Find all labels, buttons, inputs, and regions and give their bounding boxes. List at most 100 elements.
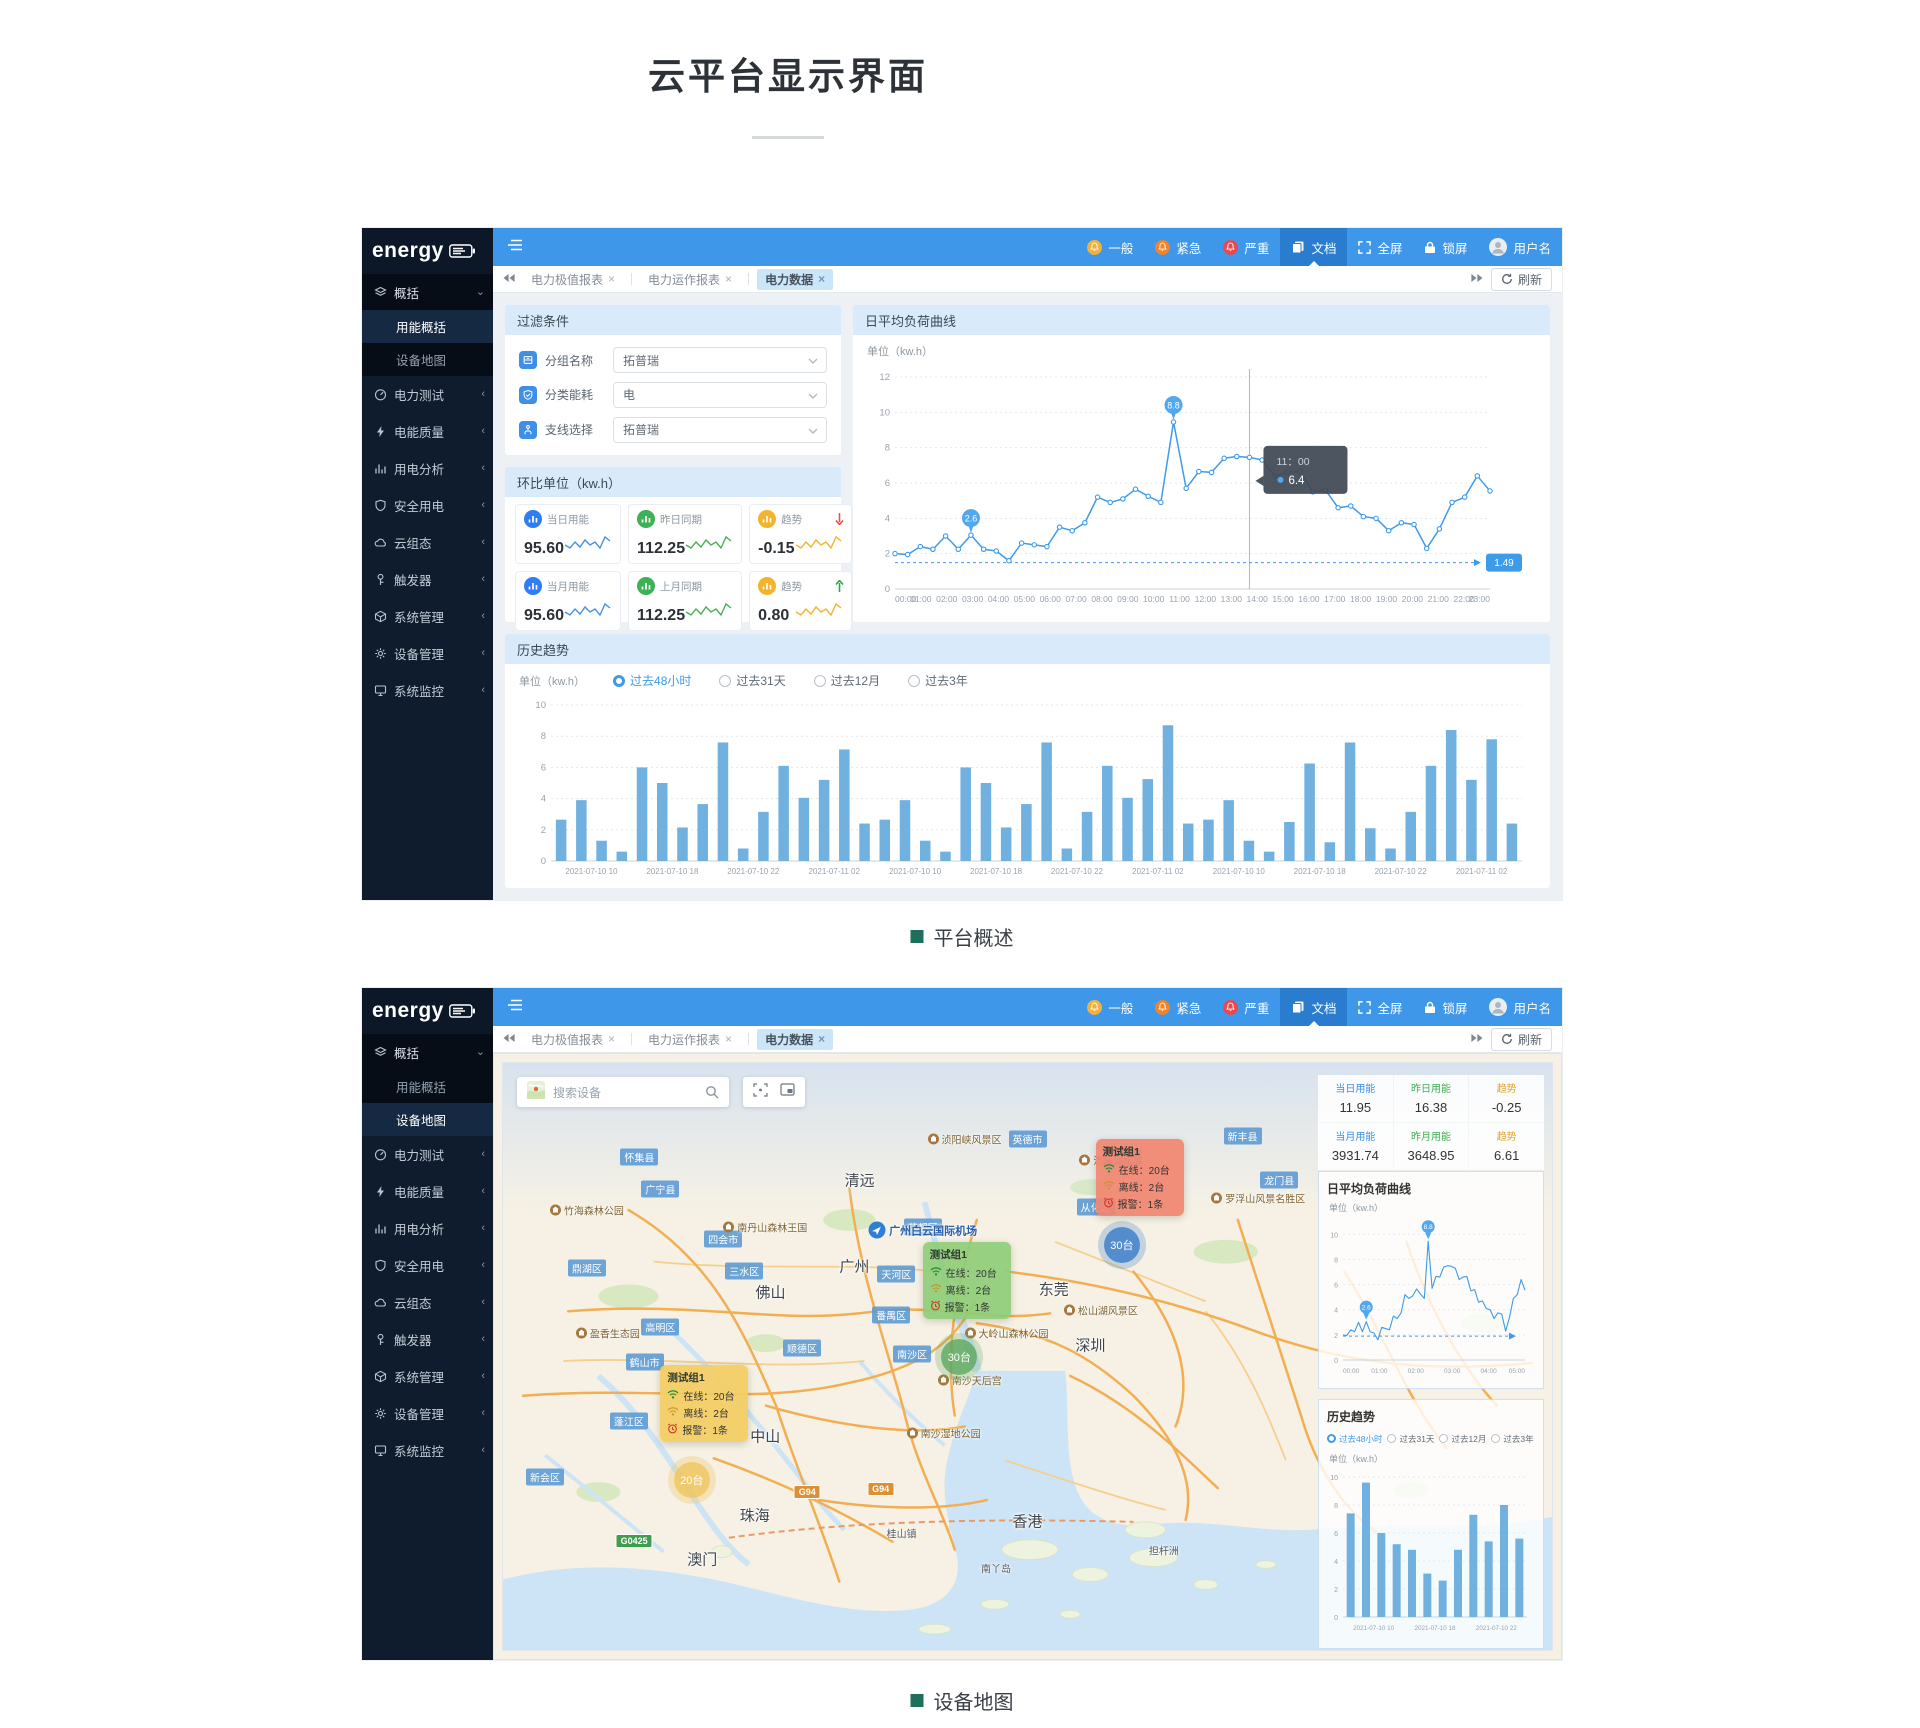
backward-button[interactable] (503, 272, 515, 286)
close-icon[interactable]: × (818, 1032, 825, 1046)
sidebar-item[interactable]: 系统监控‹ (362, 1432, 493, 1469)
filter-select[interactable]: 电 (613, 382, 827, 408)
svg-text:03:00: 03:00 (1444, 1368, 1461, 1375)
refresh-button[interactable]: 刷新 (1491, 268, 1552, 291)
sidebar-item[interactable]: 电能质量‹ (362, 1173, 493, 1210)
sidebar-group-overview[interactable]: 概括⌄ (362, 1034, 493, 1070)
radio-option[interactable]: 过去3年 (1491, 1433, 1533, 1445)
svg-text:1.49: 1.49 (1494, 558, 1514, 569)
tab-2[interactable]: 电力数据× (757, 1029, 833, 1050)
svg-text:13:00: 13:00 (1221, 594, 1243, 604)
sidebar-item[interactable]: 设备管理‹ (362, 1395, 493, 1432)
device-group-popup[interactable]: 测试组1在线：20台离线：2台报警：1条 (923, 1242, 1011, 1319)
radio-option[interactable]: 过去3年 (908, 672, 968, 689)
radio-option[interactable]: 过去31天 (719, 672, 785, 689)
sidebar-item-energy-overview[interactable]: 用能概括 (362, 1070, 493, 1103)
close-icon[interactable]: × (608, 272, 615, 286)
sidebar-item[interactable]: 安全用电‹ (362, 487, 493, 524)
sidebar-item[interactable]: 电力测试‹ (362, 376, 493, 413)
backward-button[interactable] (503, 1032, 515, 1046)
tab-2[interactable]: 电力数据× (757, 269, 833, 290)
svg-text:2021-07-10 22: 2021-07-10 22 (1051, 867, 1104, 876)
filter-select[interactable]: 拓普瑞 (613, 417, 827, 443)
sidebar-item[interactable]: 设备管理‹ (362, 635, 493, 672)
sidebar-group-overview[interactable]: 概括⌄ (362, 274, 493, 310)
menu-toggle[interactable] (507, 998, 523, 1016)
close-icon[interactable]: × (725, 272, 732, 286)
sidebar-item-device-map[interactable]: 设备地图 (362, 1103, 493, 1136)
fullscreen-button[interactable]: 全屏 (1347, 988, 1413, 1026)
overview-window-button[interactable] (780, 1083, 795, 1101)
alert-item[interactable]: 一般 (1076, 228, 1144, 266)
map-thumbnail-icon (527, 1081, 545, 1104)
device-group-popup[interactable]: 测试组1在线：20台离线：2台报警：1条 (660, 1365, 748, 1442)
rewind-icon (503, 1033, 515, 1043)
device-cluster-marker[interactable]: 30台 (941, 1339, 977, 1375)
forward-button[interactable] (1471, 1032, 1483, 1046)
screenshot-platform-overview: energy概括⌄用能概括设备地图电力测试‹电能质量‹用电分析‹安全用电‹云组态… (362, 228, 1562, 900)
fullscreen-button[interactable]: 全屏 (1347, 228, 1413, 266)
road-badge: G94 (794, 1485, 821, 1499)
bell-icon (1223, 240, 1238, 255)
close-icon[interactable]: × (608, 1032, 615, 1046)
map-stat-cell: 昨日用能16.38 (1394, 1075, 1469, 1122)
poi-label: 罗浮山风景名胜区 (1211, 1191, 1305, 1206)
alert-item[interactable]: 严重 (1212, 988, 1280, 1026)
gear-icon (374, 1407, 387, 1420)
wifi-offline-icon (930, 1283, 942, 1296)
sidebar-item[interactable]: 安全用电‹ (362, 1247, 493, 1284)
alert-item[interactable]: 紧急 (1144, 228, 1212, 266)
alert-item[interactable]: 严重 (1212, 228, 1280, 266)
map-load-curve-chart: 024681000:0001:0002:0003:0004:0005:002.6… (1327, 1216, 1535, 1376)
sidebar-item[interactable]: 系统管理‹ (362, 1358, 493, 1395)
filter-panel-title: 过滤条件 (505, 305, 841, 335)
radio-option[interactable]: 过去12月 (1439, 1433, 1486, 1445)
user-menu[interactable]: 用户名 (1478, 988, 1562, 1026)
search-icon[interactable] (705, 1085, 719, 1099)
device-group-popup[interactable]: 测试组1在线：20台离线：2台报警：1条 (1096, 1139, 1184, 1216)
close-icon[interactable]: × (818, 272, 825, 286)
lock-screen-button[interactable]: 锁屏 (1413, 988, 1478, 1026)
sidebar-item-energy-overview[interactable]: 用能概括 (362, 310, 493, 343)
sidebar-item[interactable]: 云组态‹ (362, 1284, 493, 1321)
tab-0[interactable]: 电力极值报表× (523, 1029, 623, 1050)
layers-icon (374, 286, 387, 299)
docs-button[interactable]: 文档 (1280, 988, 1347, 1026)
radio-option[interactable]: 过去31天 (1387, 1433, 1434, 1445)
map-load-curve-panel: 日平均负荷曲线单位（kw.h）024681000:0001:0002:0003:… (1318, 1171, 1544, 1389)
tab-1[interactable]: 电力运作报表× (640, 269, 740, 290)
filter-select[interactable]: 拓普瑞 (613, 347, 827, 373)
tab-0[interactable]: 电力极值报表× (523, 269, 623, 290)
alert-item[interactable]: 紧急 (1144, 988, 1212, 1026)
device-map[interactable]: 怀集县广宁县四会市三水区鼎湖区高明区鹤山市蓬江区新会区花都区从化区天河区番禺区南… (502, 1062, 1553, 1651)
radio-option[interactable]: 过去12月 (814, 672, 880, 689)
refresh-button[interactable]: 刷新 (1491, 1028, 1552, 1051)
docs-button[interactable]: 文档 (1280, 228, 1347, 266)
sidebar-item[interactable]: 触发器‹ (362, 561, 493, 598)
forward-button[interactable] (1471, 272, 1483, 286)
search-input[interactable]: 搜索设备 (553, 1084, 697, 1101)
poi-label: 南沙湿地公园 (907, 1425, 981, 1440)
lock-screen-button[interactable]: 锁屏 (1413, 228, 1478, 266)
sidebar-item[interactable]: 系统监控‹ (362, 672, 493, 709)
menu-toggle[interactable] (507, 238, 523, 256)
sidebar-item[interactable]: 云组态‹ (362, 524, 493, 561)
radio-option[interactable]: 过去48小时 (613, 672, 691, 689)
close-icon[interactable]: × (725, 1032, 732, 1046)
sidebar-item[interactable]: 系统管理‹ (362, 598, 493, 635)
frame-select-button[interactable] (753, 1083, 768, 1102)
sidebar-item[interactable]: 触发器‹ (362, 1321, 493, 1358)
tab-1[interactable]: 电力运作报表× (640, 1029, 740, 1050)
sidebar-item-device-map[interactable]: 设备地图 (362, 343, 493, 376)
device-cluster-marker[interactable]: 20台 (674, 1462, 710, 1498)
sidebar-item[interactable]: 用电分析‹ (362, 450, 493, 487)
radio-option[interactable]: 过去48小时 (1327, 1433, 1382, 1445)
sidebar-item[interactable]: 电能质量‹ (362, 413, 493, 450)
sidebar-item[interactable]: 电力测试‹ (362, 1136, 493, 1173)
alert-item[interactable]: 一般 (1076, 988, 1144, 1026)
device-cluster-marker[interactable]: 30台 (1104, 1227, 1140, 1263)
picture-in-picture-icon[interactable] (780, 1083, 795, 1096)
sidebar-item[interactable]: 用电分析‹ (362, 1210, 493, 1247)
frame-select-icon[interactable] (753, 1083, 768, 1097)
user-menu[interactable]: 用户名 (1478, 228, 1562, 266)
